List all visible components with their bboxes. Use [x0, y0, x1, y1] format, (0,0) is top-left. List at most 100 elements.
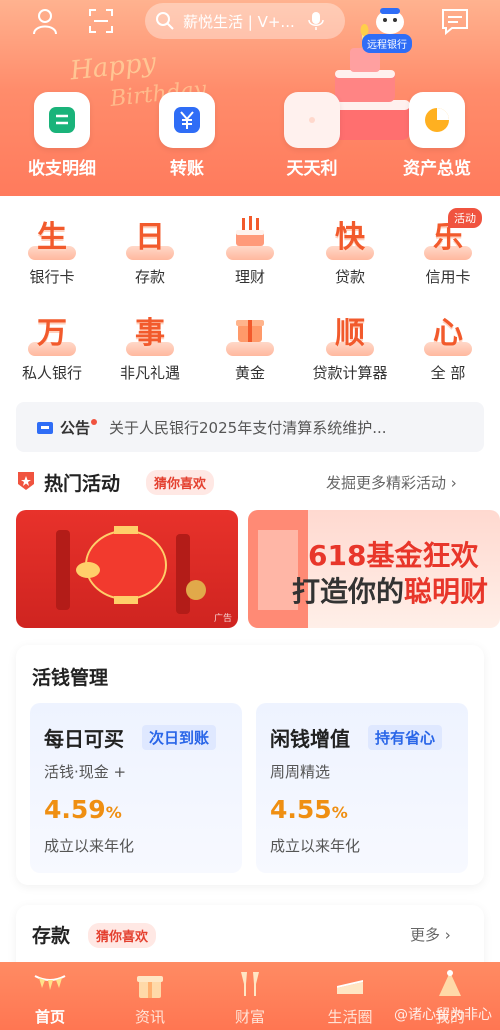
money-item-rate-label: 成立以来年化: [270, 837, 361, 855]
top-bar: 薪悦生活 | V+... 远程银行: [0, 0, 500, 53]
tab-label: 资讯: [134, 1008, 165, 1026]
ledger-icon: [49, 107, 75, 133]
grid-glyph: 万: [37, 316, 67, 351]
grid-label: 贷款: [334, 268, 365, 286]
money-item-chip: 持有省心: [368, 725, 443, 750]
quick-label: 天天利: [286, 159, 338, 179]
blank-tile-icon: [309, 117, 315, 123]
grid-glyph: 心: [433, 316, 463, 351]
tab-life[interactable]: 生活圈: [300, 970, 400, 1027]
quick-actions: 收支明细 转账 天天利 资产总览: [0, 92, 500, 192]
grid-label: 信用卡: [425, 268, 471, 286]
message-icon[interactable]: [440, 6, 470, 36]
tab-wealth[interactable]: 财富: [200, 970, 300, 1027]
quick-label: 转账: [170, 159, 204, 179]
grid-private-bank[interactable]: 万 私人银行: [12, 308, 92, 383]
microphone-icon[interactable]: [308, 11, 324, 31]
grid-glyph: 事: [135, 316, 165, 351]
notice-unread-dot: [91, 419, 98, 425]
money-item-rate-label: 成立以来年化: [44, 837, 135, 855]
grid-loan-calculator[interactable]: 顺 贷款计算器: [310, 308, 390, 383]
building-illustration: [248, 510, 308, 628]
deposit-tag: 猜你喜欢: [88, 923, 157, 948]
notice-bar[interactable]: 公告 关于人民银行2025年支付清算系统维护...: [16, 402, 484, 452]
quick-transfer[interactable]: 转账: [137, 92, 237, 179]
hot-badge-icon: [18, 472, 34, 490]
grid-all[interactable]: 心 全 部: [408, 308, 488, 383]
notice-message: 关于人民银行2025年支付清算系统维护...: [109, 418, 387, 437]
gift-icon: [236, 320, 264, 342]
grid-glyph: 生: [37, 220, 67, 255]
search-icon: [156, 12, 174, 30]
party-hat-icon: [439, 970, 461, 996]
money-title: 活钱管理: [32, 667, 109, 689]
remote-bank-badge[interactable]: 远程银行: [362, 34, 412, 53]
quick-asset-overview[interactable]: 资产总览: [387, 92, 487, 179]
mascot-icon[interactable]: [370, 4, 410, 36]
money-item-name: 闲钱增值: [270, 727, 350, 751]
deposit-more-link[interactable]: 更多 ›: [410, 924, 451, 945]
grid-glyph: 日: [135, 220, 165, 255]
grid-label: 存款: [134, 268, 165, 286]
ad-tag: 广告: [213, 614, 232, 624]
hot-tag: 猜你喜欢: [146, 470, 215, 495]
tab-home[interactable]: 首页: [0, 970, 100, 1027]
money-item-rate: 4.55%: [270, 795, 348, 824]
lantern-illustration: [56, 526, 206, 614]
search-placeholder: 薪悦生活 | V+...: [183, 12, 295, 31]
bunting-icon: [34, 975, 66, 990]
tab-news[interactable]: 资讯: [100, 970, 200, 1027]
banner-headline: 618基金狂欢: [308, 539, 479, 572]
grid-label: 私人银行: [21, 364, 82, 382]
promo-banner-lantern[interactable]: 广告: [16, 510, 238, 628]
money-item-chip: 次日到账: [142, 725, 217, 750]
quick-label: 资产总览: [403, 159, 471, 179]
watermark: @诸心留为非心: [394, 1007, 492, 1023]
grid-label: 黄金: [234, 364, 265, 382]
money-management-card: 活钱管理 每日可买 次日到账 活钱·现金 + 4.59% 成立以来年化 闲钱增值…: [16, 645, 484, 885]
grid-deposit[interactable]: 日 存款: [110, 212, 190, 287]
promo-banner-618[interactable]: 618基金狂欢 打造你的聪明财: [248, 510, 500, 628]
tab-label: 财富: [234, 1008, 265, 1026]
cake-icon: [236, 216, 264, 246]
grid-label: 理财: [234, 268, 265, 286]
pie-chart-icon: [425, 108, 449, 132]
grid-label: 全 部: [430, 364, 466, 382]
grid-label: 非凡礼遇: [119, 364, 180, 382]
grid-wealth[interactable]: 理财: [210, 212, 290, 287]
grid-glyph: 快: [335, 220, 365, 255]
grid-privileges[interactable]: 事 非凡礼遇: [110, 308, 190, 383]
quick-income-expense[interactable]: 收支明细: [12, 92, 112, 179]
banner-subline: 打造你的聪明财: [292, 575, 489, 608]
tab-label: 生活圈: [327, 1008, 373, 1026]
yuan-icon: [174, 107, 200, 133]
header-banner: Happy Birthday 薪悦生活 | V+... 远程银行 收支明细 转账…: [0, 0, 500, 200]
grid-gold[interactable]: 黄金: [210, 308, 290, 383]
announcement-icon: [37, 422, 53, 434]
money-item-rate: 4.59%: [44, 795, 122, 824]
tab-label: 首页: [34, 1008, 65, 1026]
hot-activities-title: 热门活动: [44, 473, 121, 495]
money-item-desc: 周周精选: [270, 763, 331, 781]
quick-daily-interest[interactable]: 天天利: [262, 92, 362, 179]
quick-label: 收支明细: [28, 159, 96, 179]
scan-icon[interactable]: [86, 6, 116, 36]
money-item-name: 每日可买: [44, 727, 124, 751]
glasses-cheers-icon: [241, 972, 259, 996]
birthday-decoration: Happy: [68, 47, 158, 87]
activity-badge: 活动: [448, 208, 482, 228]
notice-tag: 公告: [60, 418, 91, 437]
money-item-daily[interactable]: 每日可买 次日到账 活钱·现金 + 4.59% 成立以来年化: [30, 703, 242, 873]
user-icon[interactable]: [30, 6, 60, 36]
grid-label: 银行卡: [29, 268, 75, 286]
hot-more-link[interactable]: 发掘更多精彩活动 ›: [326, 472, 457, 493]
gift-box-icon: [137, 976, 163, 998]
grid-glyph: 顺: [335, 316, 365, 351]
grid-loan[interactable]: 快 贷款: [310, 212, 390, 287]
cake-slice-icon: [337, 980, 363, 994]
grid-label: 贷款计算器: [312, 364, 388, 382]
deposit-title: 存款: [32, 925, 71, 947]
grid-bank-card[interactable]: 生 银行卡: [12, 212, 92, 287]
money-item-idle[interactable]: 闲钱增值 持有省心 周周精选 4.55% 成立以来年化: [256, 703, 468, 873]
search-bar[interactable]: 薪悦生活 | V+...: [145, 3, 345, 39]
